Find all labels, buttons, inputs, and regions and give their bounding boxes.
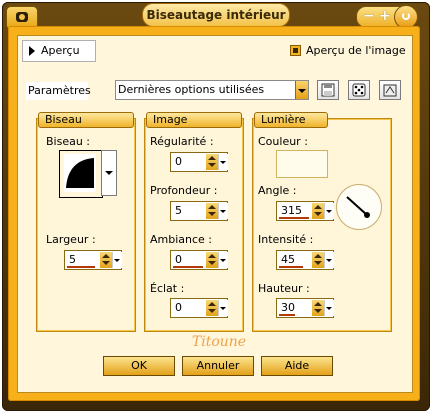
chevron-down-icon[interactable] <box>218 203 228 219</box>
dice-icon <box>352 83 366 97</box>
preset-value: Dernières options utilisées <box>118 83 265 96</box>
preview-toggle[interactable]: Aperçu <box>22 40 96 62</box>
largeur-value: 5 <box>69 253 76 266</box>
regularite-value: 0 <box>175 155 182 168</box>
color-swatch[interactable] <box>276 150 328 178</box>
image-group-title: Image <box>146 112 242 128</box>
ok-button[interactable]: OK <box>103 356 175 376</box>
save-preset-button[interactable] <box>317 80 339 100</box>
ambiance-bar <box>173 266 203 268</box>
profondeur-value: 5 <box>175 204 182 217</box>
eclat-label: Éclat : <box>150 282 185 295</box>
biseau-group-title: Biseau <box>38 112 134 128</box>
regularite-stepper[interactable]: 0 <box>170 152 228 172</box>
updown-icon[interactable] <box>206 300 218 316</box>
expand-arrow-icon <box>29 46 35 56</box>
angle-stepper[interactable]: 315 <box>276 201 334 221</box>
profondeur-label: Profondeur : <box>150 184 218 197</box>
angle-bar <box>279 217 309 219</box>
minimize-icon[interactable]: − <box>363 7 375 25</box>
help-button[interactable]: Aide <box>261 356 333 376</box>
preset-select[interactable]: Dernières options utilisées <box>115 80 309 100</box>
intensite-value: 45 <box>281 253 295 266</box>
chevron-down-icon[interactable] <box>324 203 334 219</box>
couleur-label: Couleur : <box>258 135 308 148</box>
intensite-bar <box>279 266 303 268</box>
angle-dial[interactable] <box>336 184 382 230</box>
largeur-stepper[interactable]: 5 <box>64 250 122 270</box>
biseau-label: Biseau : <box>46 135 91 148</box>
updown-icon[interactable] <box>312 203 324 219</box>
preview-toggle-label: Aperçu <box>41 44 80 57</box>
hauteur-bar <box>279 314 295 316</box>
updown-icon[interactable] <box>206 203 218 219</box>
ambiance-value: 0 <box>175 253 182 266</box>
chevron-down-icon[interactable] <box>218 252 228 268</box>
hauteur-label: Hauteur : <box>258 282 310 295</box>
chevron-down-icon[interactable] <box>112 252 122 268</box>
eclat-stepper[interactable]: 0 <box>170 298 228 318</box>
chevron-down-icon[interactable] <box>218 154 228 170</box>
hauteur-stepper[interactable]: 30 <box>276 298 334 318</box>
checkbox-icon[interactable] <box>290 45 301 56</box>
updown-icon[interactable] <box>206 154 218 170</box>
chevron-down-icon[interactable] <box>218 300 228 316</box>
intensite-stepper[interactable]: 45 <box>276 250 334 270</box>
intensite-label: Intensité : <box>258 233 314 246</box>
regularite-label: Régularité : <box>150 135 214 148</box>
cancel-button[interactable]: Annuler <box>182 356 254 376</box>
reset-button[interactable] <box>379 80 401 100</box>
preview-image-label: Aperçu de l'image <box>306 44 406 57</box>
params-label: Paramètres <box>26 82 91 100</box>
angle-label: Angle : <box>258 184 297 197</box>
window-title: Biseautage intérieur <box>142 3 290 27</box>
reset-icon <box>383 84 397 97</box>
largeur-bar <box>67 266 95 268</box>
ambiance-label: Ambiance : <box>150 233 213 246</box>
updown-icon[interactable] <box>100 252 112 268</box>
lumiere-group-title: Lumière <box>254 112 328 128</box>
updown-icon[interactable] <box>312 252 324 268</box>
angle-value: 315 <box>281 204 302 217</box>
updown-icon[interactable] <box>206 252 218 268</box>
chevron-down-icon[interactable] <box>295 81 308 99</box>
updown-icon[interactable] <box>312 300 324 316</box>
chevron-down-icon[interactable] <box>324 252 334 268</box>
ambiance-stepper[interactable]: 0 <box>170 250 228 270</box>
random-button[interactable] <box>348 80 370 100</box>
maximize-icon[interactable]: + <box>379 7 391 25</box>
eclat-value: 0 <box>175 301 182 314</box>
save-icon <box>321 83 335 97</box>
bevel-dropdown-icon[interactable] <box>101 150 117 196</box>
profondeur-stepper[interactable]: 5 <box>170 201 228 221</box>
largeur-label: Largeur : <box>46 233 96 246</box>
chevron-down-icon[interactable] <box>324 300 334 316</box>
signature-watermark: Titoune <box>191 334 247 350</box>
bevel-shape-icon <box>64 154 96 192</box>
hauteur-value: 30 <box>281 301 295 314</box>
